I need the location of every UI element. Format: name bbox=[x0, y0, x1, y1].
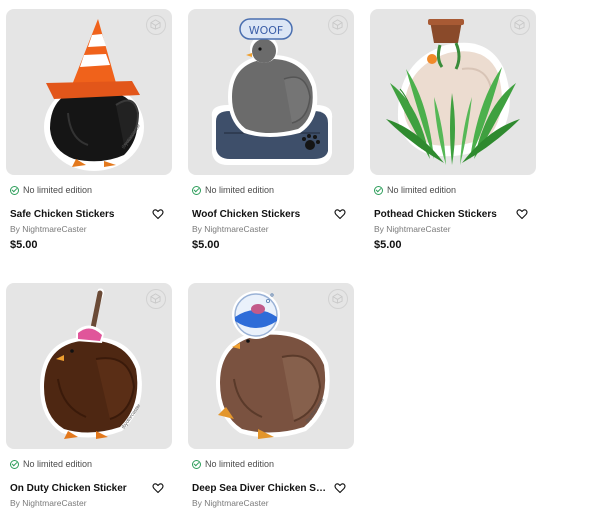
edition-status: No limited edition bbox=[374, 185, 456, 195]
check-circle-icon bbox=[10, 185, 19, 195]
product-grid: tbyotorcaster No limited edition Safe Ch… bbox=[0, 0, 600, 512]
product-title[interactable]: On Duty Chicken Sticker bbox=[10, 483, 145, 494]
edition-status: No limited edition bbox=[192, 459, 274, 469]
ar-view-icon[interactable] bbox=[328, 15, 348, 35]
seller-name[interactable]: By NightmareCaster bbox=[192, 498, 269, 508]
product-title[interactable]: Safe Chicken Stickers bbox=[10, 209, 145, 220]
product-thumbnail[interactable]: tbyotorcaster bbox=[6, 9, 172, 175]
edition-label: No limited edition bbox=[23, 459, 93, 469]
ar-view-icon[interactable] bbox=[328, 289, 348, 309]
seller-name[interactable]: By NightmareCaster bbox=[192, 224, 269, 234]
product-thumbnail[interactable]: tbyotorcaster bbox=[6, 283, 172, 449]
check-circle-icon bbox=[192, 185, 201, 195]
seller-name[interactable]: By NightmareCaster bbox=[374, 224, 451, 234]
product-price: $5.00 bbox=[192, 239, 220, 251]
check-circle-icon bbox=[10, 459, 19, 469]
ar-view-icon[interactable] bbox=[146, 289, 166, 309]
edition-status: No limited edition bbox=[10, 185, 92, 195]
traffic-cone-chicken-icon: tbyotorcaster bbox=[44, 19, 144, 171]
heart-outline-icon[interactable] bbox=[152, 482, 164, 494]
ar-view-icon[interactable] bbox=[510, 15, 530, 35]
check-circle-icon bbox=[374, 185, 383, 195]
dog-bed-chicken-icon: WOOF bbox=[211, 18, 333, 165]
heart-outline-icon[interactable] bbox=[516, 208, 528, 220]
product-thumbnail[interactable]: tbyotorcaster bbox=[188, 283, 354, 449]
heart-outline-icon[interactable] bbox=[334, 482, 346, 494]
product-thumbnail[interactable]: WOOF bbox=[188, 9, 354, 175]
seller-name[interactable]: By NightmareCaster bbox=[10, 498, 87, 508]
plant-pot-chicken-icon bbox=[386, 19, 520, 165]
ar-view-icon[interactable] bbox=[146, 15, 166, 35]
edition-label: No limited edition bbox=[23, 185, 93, 195]
product-title[interactable]: Pothead Chicken Stickers bbox=[374, 209, 509, 220]
edition-label: No limited edition bbox=[205, 185, 275, 195]
edition-status: No limited edition bbox=[192, 185, 274, 195]
diver-chicken-icon: tbyotorcaster bbox=[216, 291, 330, 439]
product-title[interactable]: Deep Sea Diver Chicken Sticker bbox=[192, 483, 327, 494]
product-thumbnail[interactable] bbox=[370, 9, 536, 175]
product-title[interactable]: Woof Chicken Stickers bbox=[192, 209, 327, 220]
seller-name[interactable]: By NightmareCaster bbox=[10, 224, 87, 234]
edition-label: No limited edition bbox=[387, 185, 457, 195]
product-price: $5.00 bbox=[374, 239, 402, 251]
heart-outline-icon[interactable] bbox=[152, 208, 164, 220]
edition-status: No limited edition bbox=[10, 459, 92, 469]
edition-label: No limited edition bbox=[205, 459, 275, 469]
product-price: $5.00 bbox=[10, 239, 38, 251]
heart-outline-icon[interactable] bbox=[334, 208, 346, 220]
check-circle-icon bbox=[192, 459, 201, 469]
plunger-chicken-icon: tbyotorcaster bbox=[40, 288, 142, 439]
speech-bubble-text: WOOF bbox=[249, 24, 284, 37]
